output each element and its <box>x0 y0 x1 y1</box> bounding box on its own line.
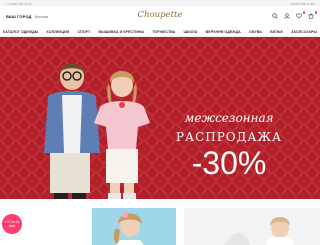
nav-item-collections[interactable]: КОЛЛЕКЦИИ <box>47 28 70 36</box>
promo-subtitle: межсезонная <box>184 111 274 125</box>
category-tile-1[interactable]: с 07 по 11 мая! <box>0 208 82 245</box>
main-nav: КАТАЛОГ ОДЕЖДЫ КОЛЛЕКЦИИ СПОРТ ВЫШИВКА И… <box>0 28 320 37</box>
site-header: ВАШ ГОРОД Москва Choupette 0 0 <box>0 6 320 28</box>
category-tile-3[interactable] <box>184 208 320 245</box>
nav-item-sport[interactable]: СПОРТ <box>78 28 91 36</box>
site-logo[interactable]: Choupette <box>136 10 184 20</box>
nav-item-outerwear[interactable]: ВЕРХНЯЯ ОДЕЖДА <box>206 28 241 36</box>
promo-banner[interactable]: межсезонная РАСПРОДАЖА -30% <box>0 37 320 199</box>
tile-2-photo <box>92 208 176 245</box>
page: +7 (495) 150-43-31 8 (800) 555-97-88 ВАШ… <box>0 0 320 245</box>
city-label: ВАШ ГОРОД <box>6 14 32 19</box>
nav-item-celebrations[interactable]: ТОРЖЕСТВА <box>152 28 175 36</box>
user-icon[interactable] <box>284 13 290 19</box>
category-tiles: с 07 по 11 мая! <box>0 208 320 245</box>
promo-discount: -30% <box>191 145 267 181</box>
tile-3-photo <box>184 208 320 245</box>
nav-item-shoes[interactable]: ОБУВЬ <box>249 28 262 36</box>
promo-sticker: с 07 по 11 мая! <box>2 214 22 234</box>
nav-item-underwear[interactable]: БЕЛЬЕ <box>270 28 283 36</box>
promo-title: РАСПРОДАЖА <box>175 130 283 144</box>
kids-photo <box>44 63 150 199</box>
city-selector[interactable]: ВАШ ГОРОД Москва <box>6 14 48 19</box>
cart-icon[interactable]: 0 <box>308 11 317 19</box>
phone-left-link[interactable]: +7 (495) 150-43-31 <box>6 2 32 6</box>
city-value[interactable]: Москва <box>35 14 49 19</box>
nav-item-school[interactable]: ШКОЛА <box>184 28 198 36</box>
nav-item-catalog[interactable]: КАТАЛОГ ОДЕЖДЫ <box>3 28 38 36</box>
wishlist-count: 0 <box>302 11 305 14</box>
cart-count: 0 <box>314 11 317 14</box>
category-tile-2[interactable] <box>92 208 176 245</box>
phone-right-link[interactable]: 8 (800) 555-97-88 <box>290 2 314 6</box>
search-icon[interactable] <box>272 13 278 19</box>
nav-item-accessories[interactable]: АКСЕССУАРЫ <box>291 28 317 36</box>
header-icons: 0 0 <box>272 11 317 19</box>
wishlist-icon[interactable]: 0 <box>296 11 305 19</box>
nav-item-embroidery[interactable]: ВЫШИВКА И КРЕСТИНЫ <box>98 28 144 36</box>
